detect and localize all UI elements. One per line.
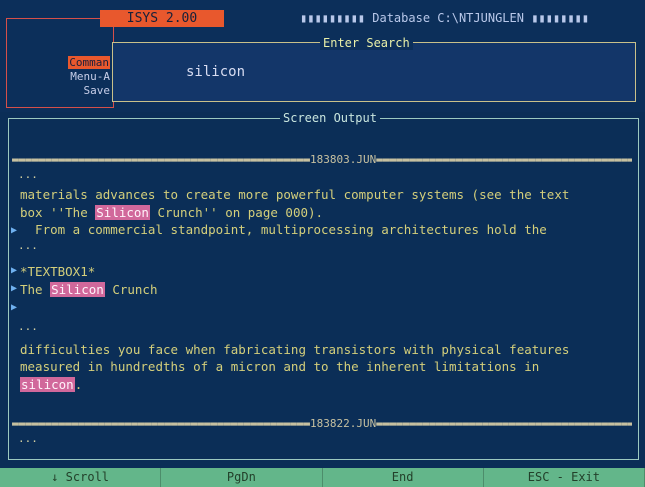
database-title: ▮▮▮▮▮▮▮▮▮ Database C:\NTJUNGLEN ▮▮▮▮▮▮▮▮ xyxy=(300,11,589,25)
ellipsis: ... xyxy=(18,320,38,333)
bullet-marker-icon: ▶ xyxy=(11,302,18,313)
text-line: box ''The Silicon Crunch'' on page 000). xyxy=(20,205,324,220)
status-bar: ↓ Scroll PgDn End ESC - Exit xyxy=(0,468,645,487)
end-key[interactable]: End xyxy=(323,468,484,487)
menu-item-menu[interactable]: Menu-A xyxy=(70,70,110,83)
text-line: *TEXTBOX1* xyxy=(20,264,96,279)
esc-exit-key[interactable]: ESC - Exit xyxy=(484,468,645,487)
search-dialog: silicon xyxy=(112,42,636,102)
ellipsis: ... xyxy=(18,168,38,181)
app-title: ISYS 2.00 xyxy=(100,10,224,27)
search-hit: silicon xyxy=(20,377,75,392)
text-line: measured in hundredths of a micron and t… xyxy=(20,359,540,374)
record-separator: ▬▬▬▬▬▬▬▬▬▬▬▬▬▬▬▬▬▬▬▬▬▬▬▬▬▬▬▬▬▬▬▬▬▬▬▬▬▬▬▬… xyxy=(12,418,632,430)
pgdn-key[interactable]: PgDn xyxy=(161,468,323,487)
text-line: materials advances to create more powerf… xyxy=(20,187,570,202)
record-id: 183803.JUN xyxy=(310,154,377,166)
text-line: difficulties you face when fabricating t… xyxy=(20,342,570,357)
text-line: The Silicon Crunch xyxy=(20,282,158,297)
record-separator: ▬▬▬▬▬▬▬▬▬▬▬▬▬▬▬▬▬▬▬▬▬▬▬▬▬▬▬▬▬▬▬▬▬▬▬▬▬▬▬▬… xyxy=(12,154,632,166)
text-line: silicon. xyxy=(20,377,83,392)
screen-output-title: Screen Output xyxy=(280,111,380,125)
bullet-marker-icon: ▶ xyxy=(11,283,18,294)
bullet-marker-icon: ▶ xyxy=(11,265,18,276)
search-hit: Silicon xyxy=(50,282,105,297)
menu-item-commands[interactable]: Comman xyxy=(68,56,110,69)
database-label: Database C:\NTJUNGLEN xyxy=(372,11,524,25)
record-id: 183822.JUN xyxy=(310,418,377,430)
menu-item-save[interactable]: Save xyxy=(84,84,111,97)
ellipsis: ... xyxy=(18,239,38,252)
ellipsis: ... xyxy=(18,432,38,445)
search-hit: Silicon xyxy=(95,205,150,220)
bullet-marker-icon: ▶ xyxy=(11,225,18,236)
scroll-key[interactable]: ↓ Scroll xyxy=(0,468,162,487)
text-line: From a commercial standpoint, multiproce… xyxy=(20,222,547,237)
search-input[interactable]: silicon xyxy=(186,63,245,81)
search-dialog-title: Enter Search xyxy=(320,36,413,50)
